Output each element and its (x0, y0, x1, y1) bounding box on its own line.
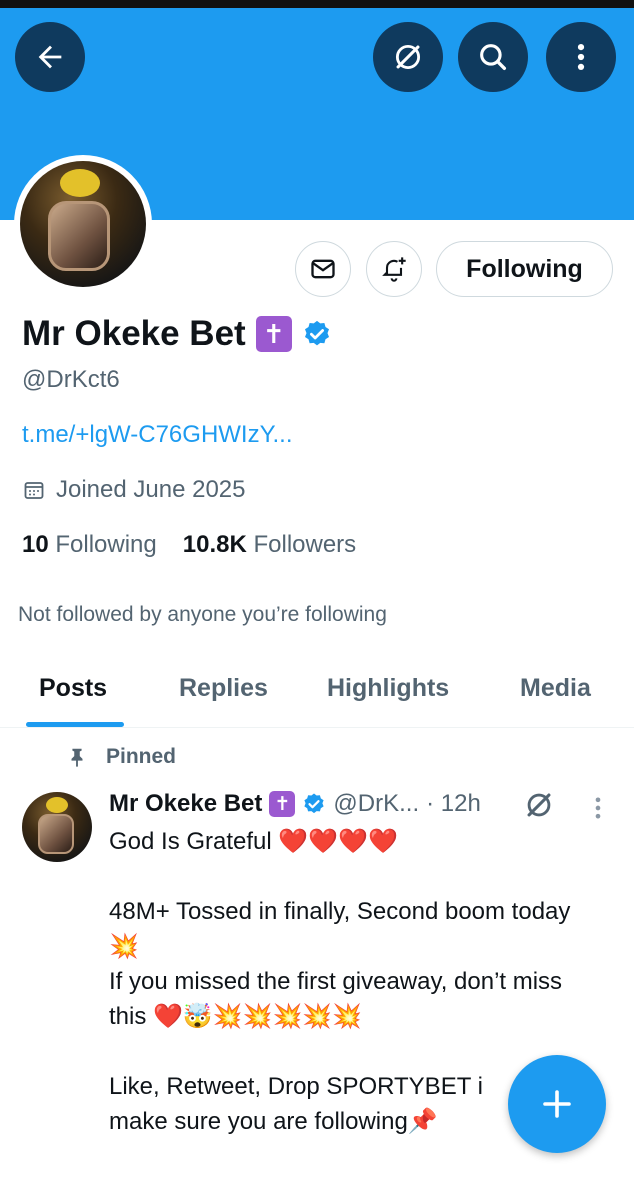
calendar-icon (24, 482, 44, 499)
plus-icon (543, 1090, 571, 1118)
back-arrow-icon (38, 45, 62, 69)
following-button[interactable]: Following (436, 241, 613, 297)
tab-media[interactable]: Media (520, 674, 591, 703)
following-label: Following (55, 531, 157, 558)
pinned-label: Pinned (106, 745, 177, 768)
joined-date: Joined June 2025 (56, 476, 246, 503)
post-avatar-watch (38, 814, 74, 854)
post-time[interactable]: · 12h (426, 790, 481, 818)
profile-handle: @DrKct6 (22, 366, 120, 393)
followers-stat[interactable]: 10.8K Followers (183, 531, 356, 559)
post-avatar[interactable] (22, 792, 92, 862)
mail-icon (311, 259, 335, 279)
search-button[interactable] (458, 22, 528, 92)
message-button[interactable] (295, 241, 351, 297)
post-cross-emoji-badge: ✝ (269, 791, 296, 817)
profile-name-row: Mr Okeke Bet ✝ (22, 314, 332, 354)
post-author-name[interactable]: Mr Okeke Bet (109, 790, 262, 818)
status-bar-strip (0, 0, 634, 8)
post-author-handle[interactable]: @DrK... (333, 790, 419, 818)
bell-plus-icon (382, 257, 406, 282)
search-icon (480, 44, 507, 71)
avatar-watch (48, 201, 110, 271)
avatar-logo (60, 169, 100, 197)
cross-emoji-badge: ✝ (255, 316, 292, 352)
avatar-image (20, 161, 146, 287)
post-verified-badge-icon (304, 793, 325, 814)
following-count: 10 (22, 531, 49, 558)
tab-highlights[interactable]: Highlights (327, 674, 449, 703)
post-grok-icon[interactable] (522, 788, 556, 822)
post-more-icon[interactable] (590, 794, 606, 822)
followers-label: Followers (253, 531, 357, 558)
back-button[interactable] (15, 22, 85, 92)
follow-stats: 10 Following 10.8K Followers (22, 531, 356, 559)
grok-icon (395, 44, 421, 70)
notify-button[interactable] (366, 241, 422, 297)
more-vertical-icon (577, 43, 585, 71)
profile-tabs: Posts Replies Highlights Media (0, 658, 634, 728)
verified-badge-icon[interactable] (302, 319, 332, 349)
grok-button[interactable] (373, 22, 443, 92)
compose-post-button[interactable] (508, 1055, 606, 1153)
tab-replies[interactable]: Replies (179, 674, 268, 703)
pinned-label-row: Pinned (66, 745, 176, 769)
pin-icon (71, 748, 83, 768)
post-header: Mr Okeke Bet ✝ @DrK... · 12h (109, 790, 481, 818)
post-avatar-logo (46, 797, 68, 813)
more-button[interactable] (546, 22, 616, 92)
profile-link[interactable]: t.me/+lgW-C76GHWIzY... (22, 421, 293, 449)
profile-avatar[interactable] (14, 155, 152, 293)
tab-posts[interactable]: Posts (39, 674, 107, 703)
following-stat[interactable]: 10 Following (22, 531, 157, 559)
profile-name: Mr Okeke Bet (22, 314, 246, 353)
active-tab-indicator (26, 722, 124, 727)
joined-date-row: Joined June 2025 (22, 476, 246, 504)
followers-count: 10.8K (182, 531, 247, 558)
not-followed-note: Not followed by anyone you’re following (18, 603, 387, 626)
